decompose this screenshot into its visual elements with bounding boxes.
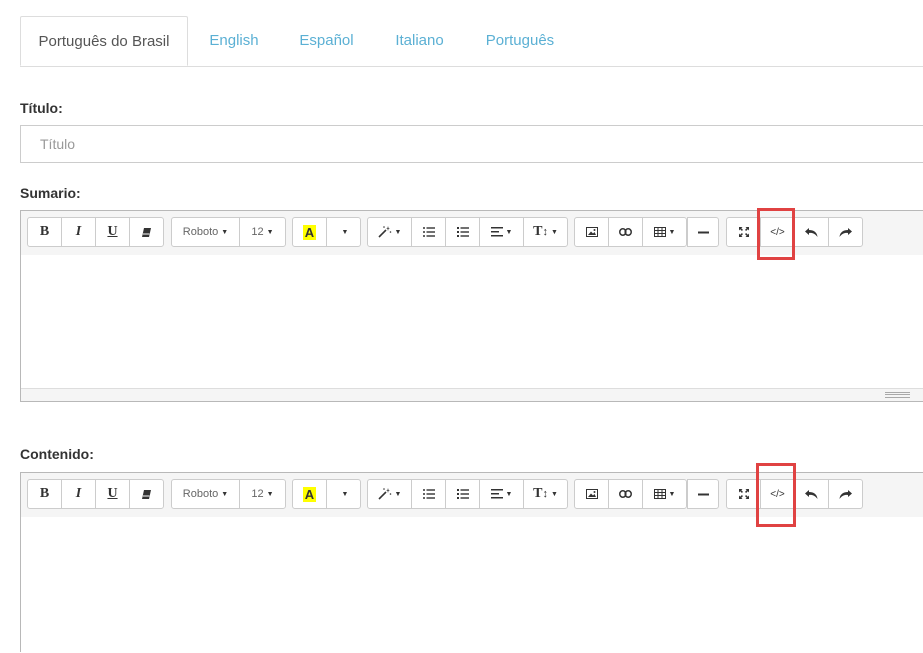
caret-down-icon: ▼ — [341, 228, 349, 236]
color-dropdown-button[interactable]: ▼ — [326, 217, 361, 247]
ordered-list-icon — [456, 227, 469, 237]
tab-english[interactable]: English — [188, 16, 280, 65]
tab-espanol[interactable]: Español — [280, 16, 373, 65]
bold-button[interactable]: B — [27, 217, 62, 247]
style-button[interactable]: ▼ — [367, 217, 412, 247]
insert-picture-button[interactable] — [574, 479, 609, 509]
sumario-editor: B I U Roboto ▼ 12 ▼ A ▼ ▼ ▼ T ↕ ▼ ▼ </> — [20, 210, 923, 402]
color-dropdown-button[interactable]: ▼ — [326, 479, 361, 509]
contenido-content-area[interactable] — [21, 517, 923, 653]
font-size-dropdown[interactable]: 12 ▼ — [239, 217, 286, 247]
picture-icon — [585, 489, 598, 499]
insert-link-button[interactable] — [608, 479, 643, 509]
magic-wand-icon — [377, 488, 392, 500]
magic-wand-icon — [377, 226, 392, 238]
ordered-list-icon — [456, 489, 469, 499]
language-tabs: Português do Brasil English Español Ital… — [20, 16, 923, 67]
eraser-icon — [141, 489, 152, 499]
insert-link-button[interactable] — [608, 217, 643, 247]
redo-icon — [839, 227, 852, 237]
bold-button[interactable]: B — [27, 479, 62, 509]
eraser-icon — [141, 227, 152, 237]
undo-icon — [805, 227, 818, 237]
undo-button[interactable] — [794, 479, 829, 509]
clear-format-button[interactable] — [129, 479, 164, 509]
tab-italiano[interactable]: Italiano — [373, 16, 466, 65]
tab-portugues[interactable]: Português — [466, 16, 574, 65]
ordered-list-button[interactable] — [445, 217, 480, 247]
style-button[interactable]: ▼ — [367, 479, 412, 509]
clear-format-button[interactable] — [129, 217, 164, 247]
unordered-list-icon — [422, 227, 435, 237]
font-family-dropdown[interactable]: Roboto ▼ — [171, 479, 240, 509]
italic-button[interactable]: I — [61, 217, 96, 247]
redo-button[interactable] — [828, 479, 863, 509]
contenido-toolbar: B I U Roboto ▼ 12 ▼ A ▼ ▼ ▼ T ↕ ▼ ▼ </> — [21, 473, 923, 518]
sumario-resize-bar[interactable] — [21, 388, 923, 401]
fullscreen-icon — [738, 489, 749, 499]
insert-table-button[interactable]: ▼ — [642, 217, 687, 247]
paragraph-align-button[interactable]: ▼ — [479, 479, 524, 509]
paragraph-align-button[interactable]: ▼ — [479, 217, 524, 247]
font-size-dropdown[interactable]: 12 ▼ — [239, 479, 286, 509]
unordered-list-button[interactable] — [411, 217, 446, 247]
unordered-list-icon — [422, 489, 435, 499]
text-height-icon: T — [533, 224, 543, 239]
highlight-color-button[interactable]: A — [292, 479, 327, 509]
insert-table-button[interactable]: ▼ — [642, 479, 687, 509]
font-family-dropdown[interactable]: Roboto ▼ — [171, 217, 240, 247]
line-height-button[interactable]: T ↕ ▼ — [523, 217, 568, 247]
link-icon — [619, 228, 632, 236]
text-height-icon: T — [533, 486, 543, 501]
italic-button[interactable]: I — [61, 479, 96, 509]
caret-down-icon: ▼ — [341, 490, 349, 498]
undo-button[interactable] — [794, 217, 829, 247]
link-icon — [619, 490, 632, 498]
redo-icon — [839, 489, 852, 499]
contenido-label: Contenido: — [20, 446, 94, 462]
ordered-list-button[interactable] — [445, 479, 480, 509]
titulo-label: Título: — [20, 100, 63, 116]
tab-portugues-do-brasil[interactable]: Português do Brasil — [20, 16, 188, 66]
table-icon — [653, 489, 666, 499]
sumario-label: Sumario: — [20, 185, 81, 201]
table-icon — [653, 227, 666, 237]
code-view-button[interactable]: </> — [760, 479, 795, 509]
code-view-icon: </> — [770, 226, 785, 238]
sumario-toolbar: B I U Roboto ▼ 12 ▼ A ▼ ▼ ▼ T ↕ ▼ ▼ </> — [21, 211, 923, 256]
highlight-color-button[interactable]: A — [292, 217, 327, 247]
contenido-editor: B I U Roboto ▼ 12 ▼ A ▼ ▼ ▼ T ↕ ▼ ▼ </> — [20, 472, 923, 653]
fullscreen-icon — [738, 227, 749, 237]
underline-button[interactable]: U — [95, 217, 130, 247]
code-view-button[interactable]: </> — [760, 217, 795, 247]
unordered-list-button[interactable] — [411, 479, 446, 509]
fullscreen-button[interactable] — [726, 217, 761, 247]
redo-button[interactable] — [828, 217, 863, 247]
horizontal-rule-button[interactable] — [687, 479, 719, 509]
align-icon — [490, 489, 503, 499]
code-view-icon: </> — [770, 488, 785, 500]
picture-icon — [585, 227, 598, 237]
horizontal-rule-icon — [697, 231, 709, 234]
line-height-button[interactable]: T ↕ ▼ — [523, 479, 568, 509]
horizontal-rule-button[interactable] — [687, 217, 719, 247]
resize-grip-icon[interactable] — [885, 392, 910, 398]
undo-icon — [805, 489, 818, 499]
underline-button[interactable]: U — [95, 479, 130, 509]
insert-picture-button[interactable] — [574, 217, 609, 247]
align-icon — [490, 227, 503, 237]
sumario-content-area[interactable] — [21, 255, 923, 389]
fullscreen-button[interactable] — [726, 479, 761, 509]
titulo-input[interactable]: Título — [20, 125, 923, 163]
horizontal-rule-icon — [697, 493, 709, 496]
